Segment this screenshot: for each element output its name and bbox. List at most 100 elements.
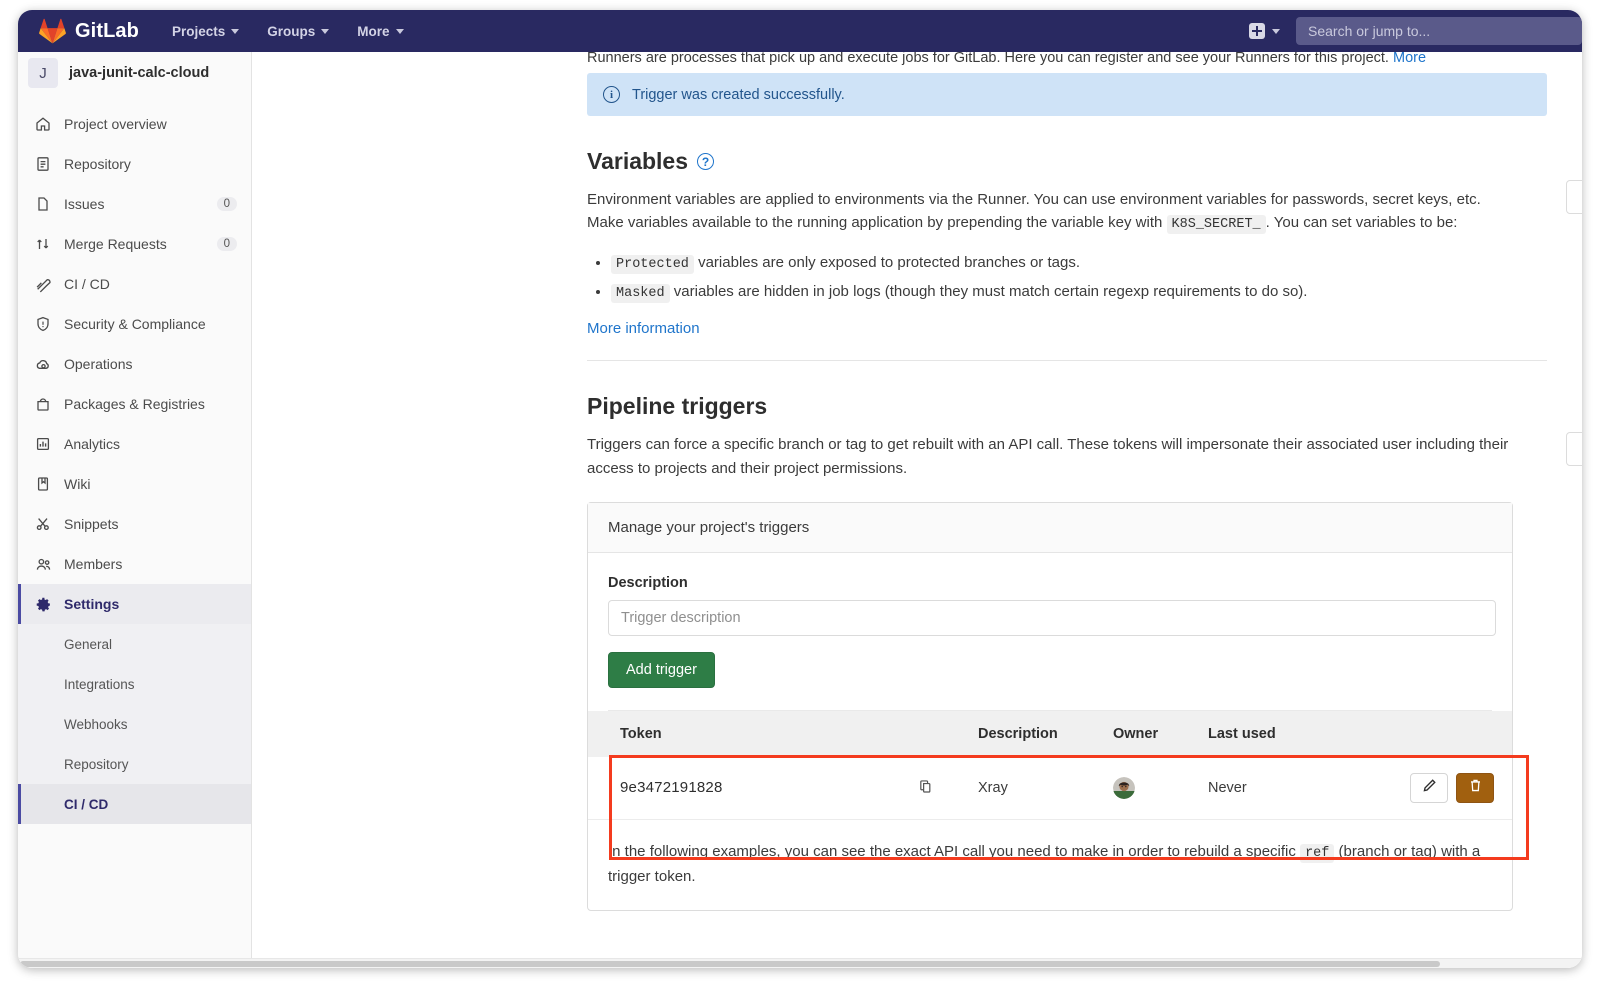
variables-title-text: Variables	[587, 148, 688, 175]
sidebar-subitem-label: Integrations	[64, 677, 135, 692]
cell-last-used: Never	[1208, 757, 1358, 819]
rocket-icon	[35, 276, 56, 293]
sidebar-item-members[interactable]: Members	[18, 544, 251, 584]
sidebar-subitem-label: Repository	[64, 757, 129, 772]
triggers-card: Manage your project's triggers Descripti…	[587, 502, 1513, 911]
sidebar-item-settings-general[interactable]: General	[18, 624, 251, 664]
main-content: Runners are processes that pick up and e…	[252, 52, 1582, 968]
scissors-icon	[35, 516, 56, 532]
sidebar-item-label: Settings	[64, 596, 119, 612]
cell-token: 9e3472191828	[588, 757, 918, 819]
avatar[interactable]	[1113, 777, 1135, 799]
gitlab-brand[interactable]: GitLab	[39, 18, 139, 44]
add-trigger-button[interactable]: Add trigger	[608, 652, 715, 688]
column-header-copy	[918, 711, 978, 757]
column-header-token: Token	[588, 711, 918, 757]
sidebar-item-label: Analytics	[64, 436, 120, 452]
table-row: 9e3472191828 Xray	[588, 757, 1512, 819]
sidebar-item-wiki[interactable]: Wiki	[18, 464, 251, 504]
column-header-actions	[1358, 711, 1512, 757]
sidebar-item-settings-integrations[interactable]: Integrations	[18, 664, 251, 704]
project-name: java-junit-calc-cloud	[69, 65, 209, 81]
sidebar-item-label: Project overview	[64, 116, 167, 132]
issues-icon	[35, 196, 56, 212]
sidebar-item-analytics[interactable]: Analytics	[18, 424, 251, 464]
variables-paragraph-b: . You can set variables to be:	[1266, 214, 1458, 231]
browser-window: GitLab Projects Groups More Search or ju	[18, 10, 1582, 968]
gear-icon	[35, 596, 56, 613]
nav-item-projects[interactable]: Projects	[172, 24, 239, 39]
nav-item-groups[interactable]: Groups	[267, 24, 329, 39]
masked-code: Masked	[611, 284, 670, 303]
clipboard-copy-icon[interactable]	[918, 782, 933, 798]
row-action-buttons	[1410, 773, 1494, 803]
sidebar-nav-list: Project overview Repository Issues 0	[18, 98, 251, 824]
trigger-description-input[interactable]	[608, 600, 1496, 636]
sidebar-item-security-compliance[interactable]: Security & Compliance	[18, 304, 251, 344]
triggers-table-head: Token Description Owner Last used	[588, 711, 1512, 757]
issues-count-badge: 0	[217, 197, 237, 211]
sidebar-item-label: Operations	[64, 356, 132, 372]
nav-item-groups-label: Groups	[267, 24, 315, 39]
nav-item-more-label: More	[357, 24, 389, 39]
variables-description: Environment variables are applied to env…	[587, 188, 1517, 236]
protected-text: variables are only exposed to protected …	[698, 254, 1080, 271]
top-navbar: GitLab Projects Groups More Search or ju	[18, 10, 1582, 52]
shield-icon	[35, 316, 56, 332]
project-header[interactable]: J java-junit-calc-cloud	[18, 52, 251, 98]
description-field-label: Description	[608, 575, 1492, 591]
success-alert: i Trigger was created successfully.	[587, 73, 1547, 116]
sidebar-item-label: CI / CD	[64, 276, 110, 292]
edit-trigger-button[interactable]	[1410, 773, 1448, 803]
pencil-icon	[1422, 778, 1437, 797]
sidebar-item-operations[interactable]: Operations	[18, 344, 251, 384]
gitlab-logo-icon	[39, 18, 66, 44]
sidebar-item-label: Repository	[64, 156, 131, 172]
column-header-owner: Owner	[1113, 711, 1208, 757]
sidebar-item-settings-repository[interactable]: Repository	[18, 744, 251, 784]
search-input[interactable]: Search or jump to...	[1296, 17, 1582, 45]
settings-submenu: General Integrations Webhooks Repository…	[18, 624, 251, 824]
book-icon	[35, 476, 56, 492]
cloud-gear-icon	[35, 356, 56, 373]
triggers-card-footer: In the following examples, you can see t…	[588, 819, 1512, 910]
variables-bullet-list: Protected variables are only exposed to …	[611, 251, 1582, 304]
sidebar-item-settings-ci-cd[interactable]: CI / CD	[18, 784, 251, 824]
scrollbar-thumb[interactable]	[20, 961, 1440, 967]
content-column: Runners are processes that pick up and e…	[587, 52, 1582, 911]
expand-button-variables[interactable]	[1566, 180, 1582, 214]
delete-trigger-button[interactable]	[1456, 773, 1494, 803]
sidebar-item-merge-requests[interactable]: Merge Requests 0	[18, 224, 251, 264]
sidebar-item-repository[interactable]: Repository	[18, 144, 251, 184]
sidebar-item-settings[interactable]: Settings	[18, 584, 251, 624]
expand-button-pipeline-triggers[interactable]	[1566, 432, 1582, 466]
sidebar-item-label: Members	[64, 556, 122, 572]
chevron-down-icon	[321, 29, 329, 34]
protected-code: Protected	[611, 255, 694, 274]
nav-item-more[interactable]: More	[357, 24, 403, 39]
merge-request-icon	[35, 236, 56, 252]
ref-code: ref	[1300, 844, 1334, 863]
sidebar-item-packages-registries[interactable]: Packages & Registries	[18, 384, 251, 424]
more-information-link[interactable]: More information	[587, 320, 700, 337]
pipeline-triggers-title: Pipeline triggers	[587, 393, 1582, 420]
alert-message: Trigger was created successfully.	[632, 87, 845, 103]
screenshot-root: GitLab Projects Groups More Search or ju	[0, 0, 1600, 986]
sidebar-item-label: Issues	[64, 196, 104, 212]
question-mark-icon[interactable]: ?	[697, 153, 714, 170]
list-item: Masked variables are hidden in job logs …	[611, 280, 1582, 305]
sidebar-item-snippets[interactable]: Snippets	[18, 504, 251, 544]
chevron-down-icon	[1272, 29, 1280, 34]
chart-bar-icon	[35, 436, 56, 452]
footer-text-a: In the following examples, you can see t…	[608, 843, 1296, 860]
sidebar-item-settings-webhooks[interactable]: Webhooks	[18, 704, 251, 744]
sidebar-item-ci-cd[interactable]: CI / CD	[18, 264, 251, 304]
chevron-down-icon	[231, 29, 239, 34]
sidebar-item-project-overview[interactable]: Project overview	[18, 104, 251, 144]
sidebar-item-label: Snippets	[64, 516, 118, 532]
sidebar-item-issues[interactable]: Issues 0	[18, 184, 251, 224]
horizontal-scrollbar[interactable]	[18, 958, 1582, 968]
new-item-button[interactable]	[1249, 23, 1280, 39]
sidebar-subitem-label: CI / CD	[64, 797, 108, 812]
runners-more-link[interactable]: More	[1393, 52, 1426, 65]
